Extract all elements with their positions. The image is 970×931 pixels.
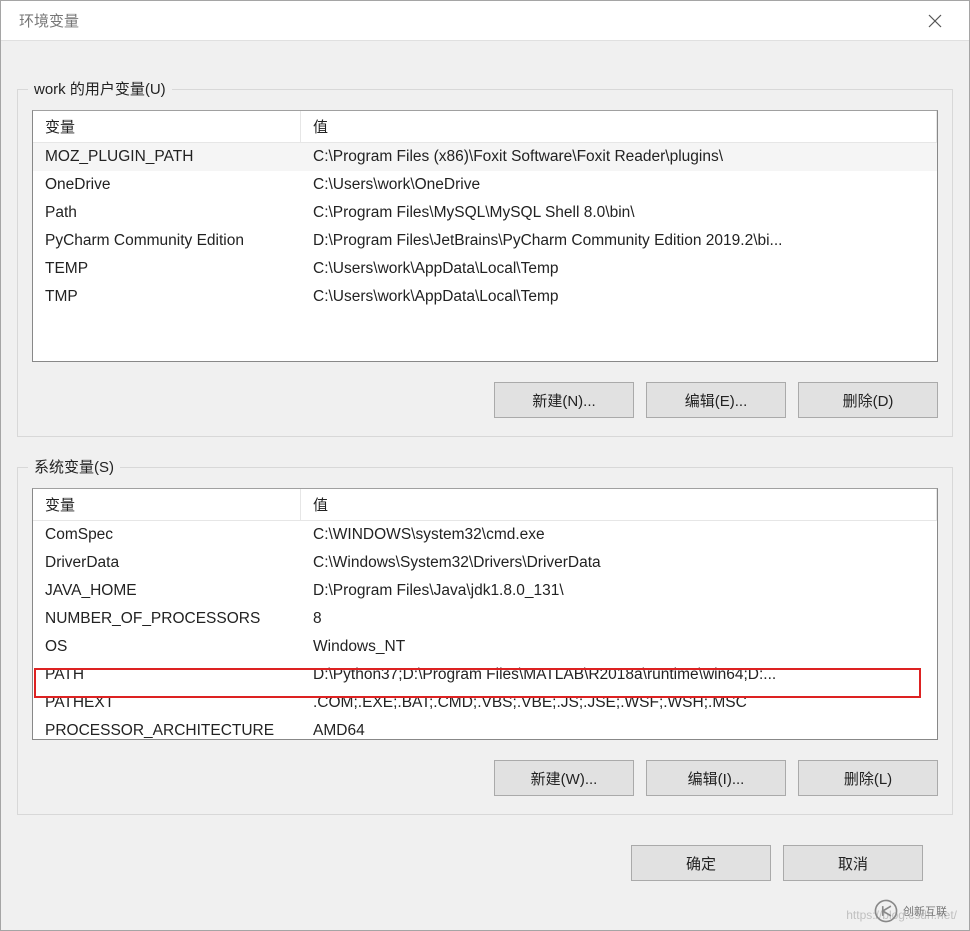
system-variables-group: 系统变量(S) 变量 值 ComSpecC:\WINDOWS\system32\… — [17, 467, 953, 815]
sys-row[interactable]: PATHD:\Python37;D:\Program Files\MATLAB\… — [33, 661, 937, 689]
sys-header-variable[interactable]: 变量 — [33, 489, 301, 520]
sys-row-value: 8 — [301, 610, 937, 628]
user-row-value: C:\Users\work\OneDrive — [301, 176, 937, 194]
user-buttons-row: 新建(N)... 编辑(E)... 删除(D) — [32, 382, 938, 418]
user-row-value: C:\Users\work\AppData\Local\Temp — [301, 260, 937, 278]
system-variables-list[interactable]: 变量 值 ComSpecC:\WINDOWS\system32\cmd.exeD… — [32, 488, 938, 740]
sys-row-variable: JAVA_HOME — [33, 582, 301, 600]
sys-row-variable: NUMBER_OF_PROCESSORS — [33, 610, 301, 628]
brand-name: 创新互联 — [903, 903, 947, 919]
sys-row-value: D:\Program Files\Java\jdk1.8.0_131\ — [301, 582, 937, 600]
user-row-value: C:\Program Files\MySQL\MySQL Shell 8.0\b… — [301, 204, 937, 222]
cancel-button[interactable]: 取消 — [783, 845, 923, 881]
user-new-button[interactable]: 新建(N)... — [494, 382, 634, 418]
user-row-value: D:\Program Files\JetBrains\PyCharm Commu… — [301, 232, 937, 250]
sys-row-variable: PROCESSOR_ARCHITECTURE — [33, 722, 301, 740]
sys-row-value: Windows_NT — [301, 638, 937, 656]
close-button[interactable] — [913, 6, 957, 36]
sys-row-value: .COM;.EXE;.BAT;.CMD;.VBS;.VBE;.JS;.JSE;.… — [301, 694, 937, 712]
sys-row-value: AMD64 — [301, 722, 937, 740]
user-row[interactable]: MOZ_PLUGIN_PATHC:\Program Files (x86)\Fo… — [33, 143, 937, 171]
user-row[interactable]: OneDriveC:\Users\work\OneDrive — [33, 171, 937, 199]
dialog-buttons: 确定 取消 — [17, 815, 953, 881]
user-row-variable: TEMP — [33, 260, 301, 278]
brand-logo: 创新互联 — [873, 896, 963, 926]
ok-button[interactable]: 确定 — [631, 845, 771, 881]
dialog-content: work 的用户变量(U) 变量 值 MOZ_PLUGIN_PATHC:\Pro… — [1, 41, 969, 881]
user-variables-group: work 的用户变量(U) 变量 值 MOZ_PLUGIN_PATHC:\Pro… — [17, 89, 953, 437]
user-header-value[interactable]: 值 — [301, 111, 937, 142]
sys-row[interactable]: PROCESSOR_ARCHITECTUREAMD64 — [33, 717, 937, 740]
sys-row[interactable]: NUMBER_OF_PROCESSORS8 — [33, 605, 937, 633]
sys-row[interactable]: JAVA_HOMED:\Program Files\Java\jdk1.8.0_… — [33, 577, 937, 605]
sys-row-value: C:\Windows\System32\Drivers\DriverData — [301, 554, 937, 572]
user-list-header: 变量 值 — [33, 111, 937, 143]
sys-row[interactable]: ComSpecC:\WINDOWS\system32\cmd.exe — [33, 521, 937, 549]
sys-delete-button[interactable]: 删除(L) — [798, 760, 938, 796]
user-row-variable: MOZ_PLUGIN_PATH — [33, 148, 301, 166]
user-row-variable: PyCharm Community Edition — [33, 232, 301, 250]
sys-group-title: 系统变量(S) — [28, 456, 120, 477]
user-edit-button[interactable]: 编辑(E)... — [646, 382, 786, 418]
user-variables-list[interactable]: 变量 值 MOZ_PLUGIN_PATHC:\Program Files (x8… — [32, 110, 938, 362]
sys-new-button[interactable]: 新建(W)... — [494, 760, 634, 796]
user-row[interactable]: TMPC:\Users\work\AppData\Local\Temp — [33, 283, 937, 311]
sys-row-value: D:\Python37;D:\Program Files\MATLAB\R201… — [301, 666, 937, 684]
titlebar: 环境变量 — [1, 1, 969, 41]
sys-row[interactable]: DriverDataC:\Windows\System32\Drivers\Dr… — [33, 549, 937, 577]
sys-row[interactable]: PATHEXT.COM;.EXE;.BAT;.CMD;.VBS;.VBE;.JS… — [33, 689, 937, 717]
sys-row-variable: OS — [33, 638, 301, 656]
sys-row-variable: DriverData — [33, 554, 301, 572]
brand-icon — [873, 898, 899, 924]
user-delete-button[interactable]: 删除(D) — [798, 382, 938, 418]
user-row-variable: OneDrive — [33, 176, 301, 194]
sys-list-header: 变量 值 — [33, 489, 937, 521]
user-row[interactable]: PyCharm Community EditionD:\Program File… — [33, 227, 937, 255]
sys-row[interactable]: OSWindows_NT — [33, 633, 937, 661]
sys-buttons-row: 新建(W)... 编辑(I)... 删除(L) — [32, 760, 938, 796]
user-row[interactable]: PathC:\Program Files\MySQL\MySQL Shell 8… — [33, 199, 937, 227]
sys-edit-button[interactable]: 编辑(I)... — [646, 760, 786, 796]
user-row[interactable]: TEMPC:\Users\work\AppData\Local\Temp — [33, 255, 937, 283]
user-group-title: work 的用户变量(U) — [28, 78, 172, 99]
window-title: 环境变量 — [19, 10, 79, 31]
sys-row-variable: PATH — [33, 666, 301, 684]
sys-row-value: C:\WINDOWS\system32\cmd.exe — [301, 526, 937, 544]
sys-row-variable: PATHEXT — [33, 694, 301, 712]
sys-header-value[interactable]: 值 — [301, 489, 937, 520]
user-row-variable: TMP — [33, 288, 301, 306]
sys-row-variable: ComSpec — [33, 526, 301, 544]
close-icon — [928, 14, 942, 28]
user-row-variable: Path — [33, 204, 301, 222]
user-row-value: C:\Program Files (x86)\Foxit Software\Fo… — [301, 148, 937, 166]
user-header-variable[interactable]: 变量 — [33, 111, 301, 142]
user-row-value: C:\Users\work\AppData\Local\Temp — [301, 288, 937, 306]
